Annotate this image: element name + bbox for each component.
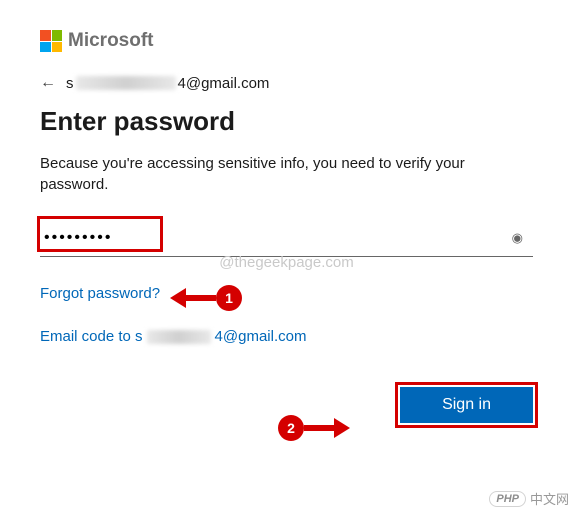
- actions-row: Sign in: [40, 387, 533, 423]
- annotation-arrow-1: 1: [170, 285, 242, 311]
- email-code-redacted: [147, 330, 211, 344]
- php-badge: PHP: [489, 491, 526, 507]
- identity-prefix: s: [66, 75, 74, 92]
- footer-text: 中文网: [530, 489, 569, 508]
- identity-redacted: [76, 76, 176, 90]
- description-text: Because you're accessing sensitive info,…: [40, 153, 533, 195]
- email-code-prefix: Email code to s: [40, 328, 143, 345]
- forgot-password-link[interactable]: Forgot password?: [40, 285, 160, 302]
- page-title: Enter password: [40, 106, 533, 137]
- arrow-shaft: [186, 295, 216, 301]
- arrow-head-icon: [170, 288, 186, 308]
- email-code-suffix: 4@gmail.com: [215, 328, 307, 345]
- password-field-wrapper: ◉: [40, 219, 533, 257]
- back-arrow-icon[interactable]: ←: [40, 74, 56, 92]
- identity-email: s 4@gmail.com: [66, 75, 269, 92]
- identity-suffix: 4@gmail.com: [178, 75, 270, 92]
- annotation-badge-1: 1: [216, 285, 242, 311]
- microsoft-logo-icon: [40, 30, 62, 52]
- brand-header: Microsoft: [40, 30, 533, 52]
- brand-name: Microsoft: [68, 30, 154, 52]
- footer-watermark: PHP 中文网: [489, 489, 569, 508]
- show-password-icon[interactable]: ◉: [502, 230, 533, 246]
- identity-row: ← s 4@gmail.com: [40, 74, 533, 92]
- signin-button[interactable]: Sign in: [400, 387, 533, 423]
- email-code-link[interactable]: Email code to s 4@gmail.com: [40, 328, 533, 345]
- arrow-shaft: [304, 425, 334, 431]
- password-input[interactable]: [40, 223, 502, 253]
